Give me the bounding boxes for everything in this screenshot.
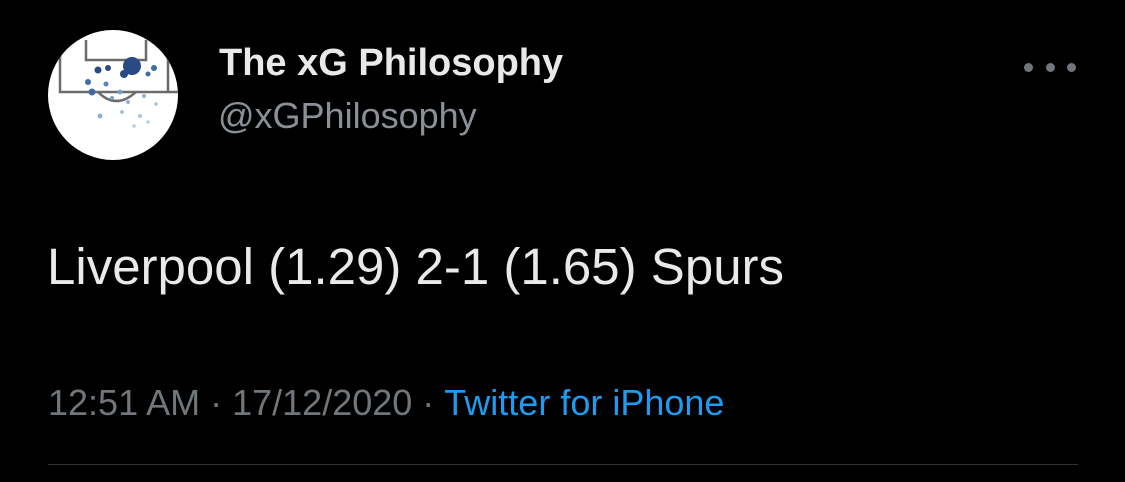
tweet-meta: 12:51 AM · 17/12/2020 · Twitter for iPhone — [48, 382, 724, 424]
more-dot — [1045, 62, 1055, 72]
meta-separator: · — [210, 382, 223, 423]
author-display-name[interactable]: The xG Philosophy — [219, 42, 563, 85]
more-dot — [1067, 62, 1076, 72]
tweet-date[interactable]: 17/12/2020 — [232, 382, 412, 423]
tweet-card: The xG Philosophy @xGPhilosophy Liverpoo… — [0, 0, 1125, 482]
divider — [48, 464, 1078, 465]
more-dot — [1024, 62, 1033, 72]
more-options-icon[interactable] — [1024, 54, 1076, 80]
football-pitch-logo-icon — [58, 40, 178, 128]
author-handle[interactable]: @xGPhilosophy — [218, 95, 477, 137]
tweet-source-link[interactable]: Twitter for iPhone — [444, 382, 724, 423]
author-avatar[interactable] — [48, 30, 178, 160]
meta-separator: · — [422, 382, 435, 423]
tweet-time[interactable]: 12:51 AM — [48, 382, 200, 423]
tweet-text: Liverpool (1.29) 2-1 (1.65) Spurs — [47, 238, 785, 295]
